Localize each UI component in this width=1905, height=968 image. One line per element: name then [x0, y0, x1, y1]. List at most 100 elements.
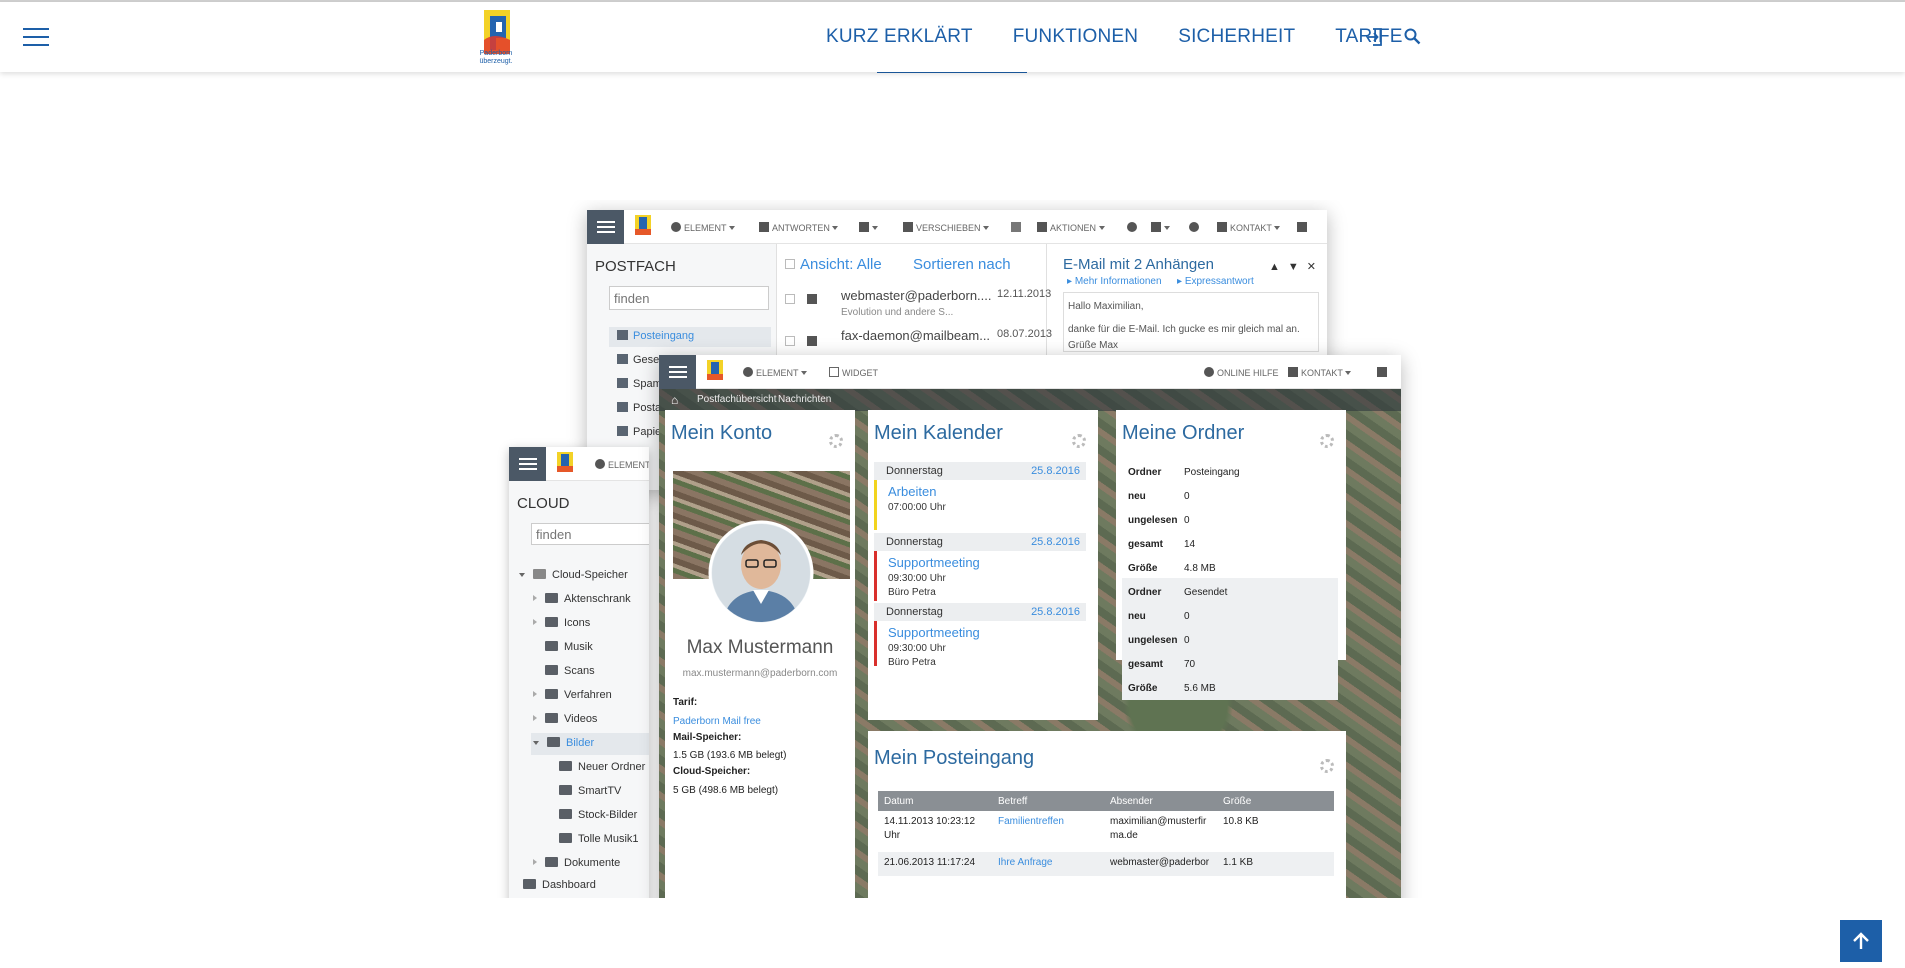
table-row[interactable]: 14.11.2013 10:23:12 Uhr Familientreffen …: [878, 811, 1334, 851]
gear-icon[interactable]: [829, 434, 843, 448]
dash-tb-kontakt[interactable]: KONTAKT: [1288, 367, 1359, 378]
account-email: max.mustermann@paderborn.com: [682, 668, 838, 679]
tarif-value[interactable]: Paderborn Mail free: [673, 716, 761, 727]
caret-icon: [1274, 226, 1281, 230]
preview-body-line: Grüße Max: [1068, 340, 1119, 351]
mail-tb-help[interactable]: [1189, 222, 1202, 233]
mail-menu-icon[interactable]: [587, 210, 624, 244]
folder-icon: [545, 665, 558, 675]
preview-more-label: Mehr Informationen: [1074, 276, 1162, 287]
mail-tb-aktionen[interactable]: AKTIONEN: [1037, 222, 1113, 233]
tree-item[interactable]: Neuer Ordner: [559, 761, 645, 773]
tree-item[interactable]: Verfahren: [533, 689, 612, 701]
cloud-search-input[interactable]: [531, 523, 649, 545]
tree-item[interactable]: Aktenschrank: [533, 593, 631, 605]
scroll-to-top-button[interactable]: [1840, 920, 1882, 962]
account-title: Mein Konto: [671, 422, 773, 444]
tree-item-selected[interactable]: Bilder: [533, 737, 594, 749]
dash-tb-widget[interactable]: WIDGET: [829, 367, 878, 378]
tree-item[interactable]: Icons: [533, 617, 590, 629]
mail-folder-item[interactable]: Posteingang: [609, 327, 771, 347]
message-row[interactable]: webmaster@paderborn.... 12.11.2013 Evolu…: [785, 286, 1051, 326]
mail-search-input[interactable]: [609, 286, 769, 310]
trash-icon: [1011, 222, 1021, 232]
expand-icon: [519, 573, 525, 577]
mail-tb-verschieben[interactable]: VERSCHIEBEN: [903, 222, 997, 233]
list-sort-button[interactable]: Sortieren nach: [913, 256, 1011, 273]
mail-folder-item[interactable]: Posta: [617, 402, 661, 414]
tree-item[interactable]: Stock-Bilder: [559, 809, 637, 821]
gear-icon[interactable]: [1320, 759, 1334, 773]
mail-folder-item[interactable]: Spam: [617, 378, 662, 390]
breadcrumb-item[interactable]: Nachrichten: [778, 394, 831, 405]
message-from: fax-daemon@mailbeam...: [841, 328, 991, 343]
mail-tb-forward[interactable]: [859, 222, 886, 233]
calendar-event-title[interactable]: Arbeiten: [888, 484, 936, 499]
message-checkbox[interactable]: [785, 336, 795, 346]
expand-icon: [533, 741, 539, 745]
mail-tb-element[interactable]: ELEMENT: [671, 222, 743, 233]
menu-icon[interactable]: [23, 27, 49, 47]
cloud-title: CLOUD: [517, 495, 570, 512]
preview-nav-icons[interactable]: ▲▼✕: [1269, 260, 1324, 273]
folder-label: Größe: [1128, 683, 1158, 694]
folder-label: gesamt: [1128, 539, 1164, 550]
calendar-day: Donnerstag: [886, 606, 943, 618]
gear-icon[interactable]: [1072, 434, 1086, 448]
column-header[interactable]: Betreff: [998, 796, 1027, 807]
tree-item[interactable]: Scans: [545, 665, 595, 677]
column-header[interactable]: Absender: [1110, 796, 1153, 807]
tree-root[interactable]: Cloud-Speicher: [519, 569, 628, 581]
column-header[interactable]: Größe: [1223, 796, 1251, 807]
cloud-menu-icon[interactable]: [509, 447, 546, 481]
calendar-event-title[interactable]: Supportmeeting: [888, 555, 980, 570]
mail-folder-item[interactable]: Papie: [617, 426, 661, 438]
nav-kurz-erklaert[interactable]: KURZ ERKLÄRT: [826, 26, 973, 48]
message-checkbox[interactable]: [785, 294, 795, 304]
mail-tb-logout[interactable]: [1297, 222, 1310, 233]
preview-more-link[interactable]: ▸ Mehr Informationen: [1067, 276, 1162, 287]
preview-express-link[interactable]: ▸ Expressantwort: [1177, 276, 1254, 287]
dash-tb-logout[interactable]: [1377, 367, 1390, 378]
cell-date: Uhr: [884, 830, 901, 841]
dash-tb-element[interactable]: ELEMENT: [743, 367, 815, 378]
tree-item[interactable]: Dokumente: [533, 857, 620, 869]
breadcrumb-item[interactable]: Postfachübersicht: [697, 394, 777, 405]
search-icon[interactable]: [1404, 28, 1421, 45]
dash-tb-help[interactable]: ONLINE HILFE: [1204, 367, 1279, 378]
preview-body: Hallo Maximilian, danke für die E-Mail. …: [1063, 292, 1319, 352]
folder-group: Ordner Posteingang neu 0 ungelesen 0 ges…: [1122, 460, 1338, 560]
login-icon[interactable]: [1367, 28, 1383, 46]
list-view-filter[interactable]: Ansicht: Alle: [785, 256, 882, 273]
mail-tb-kontakt[interactable]: KONTAKT: [1217, 222, 1288, 233]
dash-menu-icon[interactable]: [659, 355, 696, 389]
tree-item[interactable]: Tolle Musik1: [559, 833, 639, 845]
calendar-event-time: 09:30:00 Uhr: [888, 643, 946, 654]
cloud-tb-element[interactable]: ELEMENT: [595, 459, 649, 470]
tree-item[interactable]: Musik: [545, 641, 593, 653]
collapse-icon: [533, 715, 537, 721]
mail-tb-columns[interactable]: [1151, 222, 1178, 233]
inbox-icon: [617, 330, 628, 340]
table-row[interactable]: 21.06.2013 11:17:24 Ihre Anfrage webmast…: [878, 852, 1334, 876]
mail-tb-delete[interactable]: [1011, 222, 1024, 233]
mail-tb-refresh[interactable]: [1127, 222, 1140, 233]
logout-icon: [1297, 222, 1307, 232]
column-header[interactable]: Datum: [884, 796, 913, 807]
mail-tb-antworten[interactable]: ANTWORTEN: [759, 222, 846, 233]
avatar[interactable]: [708, 520, 814, 626]
tree-item[interactable]: Dashboard: [523, 879, 596, 891]
cell-subject[interactable]: Familientreffen: [998, 816, 1064, 827]
cell-subject[interactable]: Ihre Anfrage: [998, 857, 1052, 868]
tree-item[interactable]: SmartTV: [559, 785, 621, 797]
tree-item[interactable]: Videos: [533, 713, 597, 725]
plus-icon: [671, 222, 681, 232]
home-icon[interactable]: ⌂: [671, 393, 678, 407]
product-screenshot-collage: ELEMENT ANTWORTEN VERSCHIEBEN AKTIONEN K…: [470, 200, 1435, 898]
nav-sicherheit[interactable]: SICHERHEIT: [1178, 26, 1295, 48]
select-all-checkbox[interactable]: [785, 259, 795, 269]
gear-icon[interactable]: [1320, 434, 1334, 448]
calendar-event-title[interactable]: Supportmeeting: [888, 625, 980, 640]
nav-funktionen[interactable]: FUNKTIONEN: [1013, 26, 1139, 48]
calendar-day-header: Donnerstag 25.8.2016: [874, 603, 1086, 621]
